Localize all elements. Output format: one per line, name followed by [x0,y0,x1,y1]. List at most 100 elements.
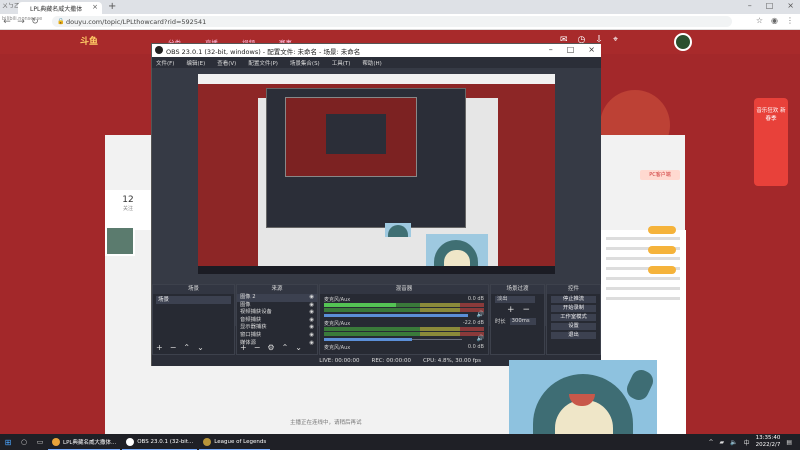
follow-card[interactable]: 12 关注 [105,190,151,230]
league-icon [203,437,212,446]
menu-scene-collection[interactable]: 场景集合(S) [290,59,320,67]
site-logo[interactable]: 斗鱼 [80,34,98,47]
source-item[interactable]: 视频捕获设备 ◉ [237,309,317,317]
gear-icon[interactable]: ⚙ [267,343,274,352]
snorlax-face [388,225,408,237]
preview-video [426,234,488,268]
sources-toolbar: + − ⚙ ⌃ ⌄ [240,343,302,352]
browser-tab[interactable]: LPL典藏名威大撒体 × [18,2,102,14]
eye-icon[interactable]: ◉ [309,309,314,317]
stop-streaming-button[interactable]: 停止推流 [551,296,596,303]
mixer-dock: 混音器 麦克风/Aux 0.0 dB 🔊 麦克风/Aux -22.0 dB 🔊 麦克… [319,284,489,355]
settings-button[interactable]: 设置 [551,323,596,330]
source-item[interactable]: 窗口捕获 ◉ [237,332,317,340]
snorlax-arm [623,366,657,404]
maximize-icon[interactable]: □ [567,45,575,54]
preview-taskbar [198,266,555,274]
chevron-down-icon[interactable]: ⌄ [197,343,204,352]
source-item[interactable]: 图像 2 ◉ [237,294,317,302]
minimize-icon[interactable]: – [748,1,752,10]
eye-icon[interactable]: ◉ [309,340,314,348]
user-avatar[interactable] [674,33,692,51]
menu-help[interactable]: 帮助(H) [362,59,381,67]
exit-button[interactable]: 退出 [551,332,596,339]
volume-slider[interactable]: 🔊 [324,311,484,318]
taskbar-app[interactable]: LPL典藏名威大撒体... [48,434,121,450]
menu-tools[interactable]: 工具(T) [332,59,351,67]
text-line [606,237,680,240]
eye-icon[interactable]: ◉ [309,324,314,332]
location-icon[interactable]: ⌖ [613,35,618,45]
mixer-channel: 麦克风/Aux 0.0 dB [320,342,488,351]
follow-count: 12 [122,195,134,205]
lock-icon: 🔒 [57,18,65,25]
menu-edit[interactable]: 编辑(E) [186,59,205,67]
scenes-dock: 场景 场景 + − ⌃ ⌄ [152,284,235,355]
chevron-down-icon[interactable]: ⌄ [295,343,302,352]
add-icon[interactable]: + [156,343,163,352]
taskbar-app[interactable]: OBS 23.0.1 (32-bit... [122,434,198,450]
chevron-up-icon[interactable]: ⌃ [183,343,190,352]
menu-file[interactable]: 文件(F) [156,59,174,67]
preview-browser-bar [198,74,555,84]
gift-banner[interactable]: 音乐狂欢 新春季 [754,98,788,186]
duration-input[interactable]: 300ms [509,317,536,325]
remove-icon[interactable]: − [523,305,531,315]
text-line [606,297,680,300]
scene-item[interactable]: 场景 [156,296,231,304]
new-tab-icon[interactable]: + [108,1,116,12]
taskbar-app[interactable]: League of Legends [199,434,271,450]
remove-icon[interactable]: − [254,343,261,352]
start-icon[interactable]: ⊞ [0,438,16,447]
volume-slider[interactable]: 🔊 [324,335,484,342]
browser-tabstrip: ㄨㄅ乙 LPL典藏名威大撒体 × + – □ × [0,0,800,14]
menu-view[interactable]: 查看(V) [217,59,236,67]
close-window-icon[interactable]: × [787,1,794,10]
scenes-toolbar: + − ⌃ ⌄ [156,343,204,352]
eye-icon[interactable]: ◉ [309,302,314,310]
pc-client-button[interactable]: PC客户端 [640,170,680,180]
menu-icon[interactable]: ⋮ [786,16,794,25]
task-view-icon[interactable]: ▭ [32,438,48,446]
eye-icon[interactable]: ◉ [309,317,314,325]
studio-mode-button[interactable]: 工作室模式 [551,314,596,321]
duration-label: 时长 [495,319,506,325]
source-item[interactable]: 显示器捕获 ◉ [237,324,317,332]
eye-icon[interactable]: ◉ [309,294,314,302]
ime-icon[interactable]: 中 [744,438,750,447]
close-icon[interactable]: × [588,45,595,54]
chevron-up-icon[interactable]: ^ [708,439,713,446]
volume-meter [324,303,484,307]
menu-profile[interactable]: 配置文件(P) [248,59,278,67]
nested-obs [266,88,466,237]
url-field[interactable]: 🔒 douyu.com/topic/LPLthowcard?rid=592541 [52,16,732,27]
add-icon[interactable]: + [240,343,247,352]
close-icon[interactable]: × [92,3,98,11]
volume-meter [324,327,484,331]
transition-tools: + − [491,305,544,315]
network-icon[interactable]: ▰ [720,439,725,446]
badge [648,246,676,254]
chevron-up-icon[interactable]: ⌃ [282,343,289,352]
badge [648,266,676,274]
profile-icon[interactable]: ◉ [771,16,778,25]
volume-icon[interactable]: 🔈 [730,439,737,446]
start-recording-button[interactable]: 开始录制 [551,305,596,312]
clock[interactable]: 13:35:40 2022/2/7 [756,435,781,449]
add-icon[interactable]: + [507,305,515,315]
search-icon[interactable]: ○ [16,438,32,446]
transition-select[interactable]: 淡出 [495,296,535,303]
minimize-icon[interactable]: – [549,45,553,54]
nested-video [385,223,411,237]
speaker-icon[interactable]: 🔊 [477,311,484,318]
notification-icon[interactable]: ▤ [786,439,792,446]
star-icon[interactable]: ☆ [756,16,763,25]
mixer-channel: 麦克风/Aux 0.0 dB 🔊 [320,294,488,318]
streamer-avatar[interactable] [105,226,135,256]
transitions-dock-title: 场景过渡 [491,285,544,294]
eye-icon[interactable]: ◉ [309,332,314,340]
remove-icon[interactable]: − [170,343,177,352]
speaker-icon[interactable]: 🔊 [477,335,484,342]
channel-name: 麦克风/Aux [324,321,351,327]
maximize-icon[interactable]: □ [766,1,774,10]
